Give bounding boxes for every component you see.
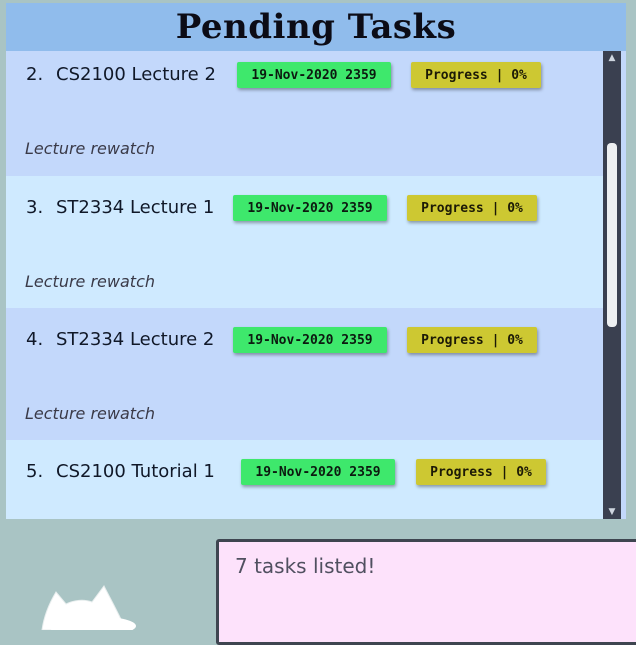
progress-badge: Progress | 0% [407,327,537,353]
panel-title: Pending Tasks [175,7,457,47]
task-description: Lecture rewatch [25,139,155,158]
task-list[interactable]: 2. CS2100 Lecture 2 19-Nov-2020 2359 Pro… [6,51,608,519]
pending-tasks-panel: Pending Tasks 2. CS2100 Lecture 2 19-Nov… [6,3,626,519]
result-message: 7 tasks listed! [235,554,376,578]
deadline-badge: 19-Nov-2020 2359 [233,195,387,221]
task-index: 4. [26,329,44,350]
scroll-up-arrow-icon[interactable]: ▲ [606,53,618,63]
progress-badge: Progress | 0% [411,62,541,88]
panel-header: Pending Tasks [6,3,626,51]
task-card[interactable]: 4. ST2334 Lecture 2 19-Nov-2020 2359 Pro… [6,308,608,440]
task-description: Lecture rewatch [25,404,155,423]
task-index: 2. [26,64,44,85]
deadline-badge: 19-Nov-2020 2359 [233,327,387,353]
scroll-thumb[interactable] [607,143,617,327]
task-description: Lecture rewatch [25,272,155,291]
progress-badge: Progress | 0% [416,459,546,485]
task-card[interactable]: 3. ST2334 Lecture 1 19-Nov-2020 2359 Pro… [6,176,608,308]
task-name: ST2334 Lecture 1 [56,197,215,218]
result-display: 7 tasks listed! [216,539,636,645]
task-name: CS2100 Lecture 2 [56,64,216,85]
deadline-badge: 19-Nov-2020 2359 [237,62,391,88]
task-name: CS2100 Tutorial 1 [56,461,215,482]
progress-badge: Progress | 0% [407,195,537,221]
scroll-down-arrow-icon[interactable]: ▼ [606,507,618,517]
task-card[interactable]: 5. CS2100 Tutorial 1 19-Nov-2020 2359 Pr… [6,440,608,519]
cat-mascot-icon [41,585,136,630]
task-list-scrollbar[interactable]: ▲ ▼ [603,51,621,519]
task-index: 5. [26,461,44,482]
task-name: ST2334 Lecture 2 [56,329,215,350]
task-card[interactable]: 2. CS2100 Lecture 2 19-Nov-2020 2359 Pro… [6,51,608,183]
deadline-badge: 19-Nov-2020 2359 [241,459,395,485]
task-index: 3. [26,197,44,218]
